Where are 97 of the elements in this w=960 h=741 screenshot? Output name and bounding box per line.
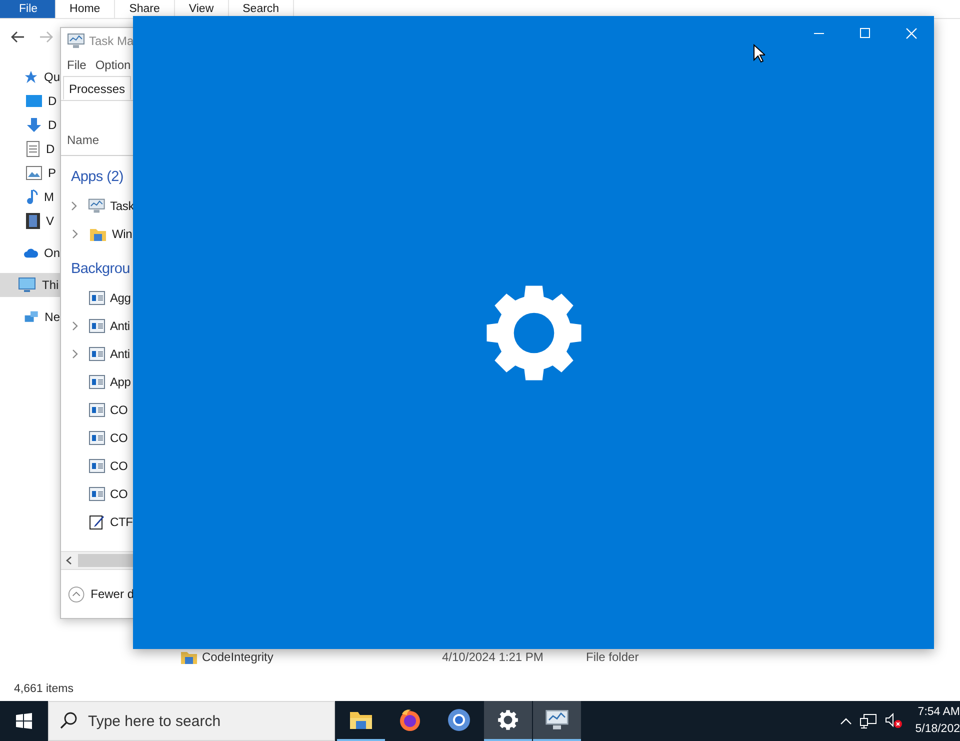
document-icon bbox=[26, 141, 40, 157]
menu-item[interactable]: Option bbox=[95, 58, 131, 72]
column-header[interactable]: Name bbox=[67, 133, 100, 147]
search-icon bbox=[60, 712, 77, 729]
collapse-up-icon[interactable] bbox=[68, 584, 85, 604]
gear-icon[interactable] bbox=[497, 709, 519, 731]
cloud-icon bbox=[24, 247, 38, 259]
file-name: CodeIntegrity bbox=[202, 650, 274, 664]
star-icon bbox=[24, 69, 38, 85]
ribbon-tab[interactable]: File bbox=[0, 0, 56, 18]
file-type: File folder bbox=[586, 650, 639, 664]
service-icon bbox=[89, 403, 105, 417]
nav-item-label: D bbox=[48, 94, 57, 108]
nav-item-label: Ne bbox=[44, 310, 60, 324]
process-name[interactable]: CO bbox=[110, 403, 128, 417]
fewer-details-link[interactable]: Fewer d bbox=[90, 587, 134, 601]
nav-item-label: D bbox=[48, 118, 57, 132]
service-icon bbox=[89, 375, 105, 389]
chevron-icon[interactable] bbox=[71, 201, 78, 211]
film-icon bbox=[26, 213, 40, 229]
monitor-icon bbox=[88, 198, 106, 214]
service-icon bbox=[89, 487, 105, 501]
process-name[interactable]: Win bbox=[112, 227, 132, 241]
nav-item[interactable]: Qu bbox=[0, 65, 60, 89]
clock-time: 7:54 AM bbox=[918, 705, 960, 720]
minimize-icon bbox=[814, 32, 824, 34]
monitor-icon[interactable] bbox=[545, 709, 569, 731]
process-name[interactable]: CO bbox=[110, 431, 128, 445]
process-name[interactable]: Anti bbox=[110, 319, 130, 333]
service-icon bbox=[89, 459, 105, 473]
folder-icon bbox=[180, 649, 198, 665]
service-icon bbox=[89, 347, 105, 361]
nav-item-label: D bbox=[46, 142, 55, 156]
nav-item-label: Thi bbox=[42, 278, 59, 292]
nav-item[interactable]: D bbox=[0, 137, 60, 161]
group-heading: Apps (2) bbox=[71, 169, 124, 185]
process-name[interactable]: Task bbox=[110, 199, 134, 213]
nav-item[interactable]: V bbox=[0, 209, 60, 233]
picture-icon bbox=[26, 166, 42, 180]
service-icon bbox=[89, 291, 105, 305]
network-icon bbox=[24, 309, 39, 325]
window-title: Task Ma bbox=[89, 34, 134, 48]
chevron-icon[interactable] bbox=[72, 349, 78, 359]
windows-logo-icon bbox=[16, 713, 32, 729]
nav-item[interactable]: P bbox=[0, 161, 60, 185]
notepad-icon bbox=[89, 514, 105, 530]
item-count: 4,661 items bbox=[13, 682, 74, 697]
nav-item[interactable]: M bbox=[0, 185, 60, 209]
process-name[interactable]: CO bbox=[110, 459, 128, 473]
file-date: 4/10/2024 1:21 PM bbox=[442, 650, 544, 664]
process-name[interactable]: CO bbox=[110, 487, 128, 501]
nav-item-label: Qu bbox=[44, 70, 60, 84]
process-name[interactable]: CTF bbox=[110, 515, 133, 529]
maximize-icon bbox=[860, 28, 870, 38]
clock-date: 5/18/202 bbox=[915, 722, 960, 737]
download-icon bbox=[26, 117, 42, 133]
clock[interactable]: 7:54 AM 5/18/202 bbox=[911, 704, 960, 738]
nav-item[interactable]: D bbox=[0, 113, 60, 137]
chevron-icon[interactable] bbox=[72, 321, 78, 331]
nav-item[interactable]: Thi bbox=[0, 273, 60, 297]
tab[interactable]: Processes bbox=[63, 76, 132, 100]
search-field[interactable]: Type here to search bbox=[48, 701, 335, 741]
horizontal-scrollbar[interactable] bbox=[61, 551, 134, 569]
close-icon bbox=[906, 28, 916, 38]
nav-item-label: V bbox=[46, 214, 54, 228]
menu-item[interactable]: File bbox=[67, 58, 86, 72]
service-icon bbox=[89, 319, 105, 333]
fox-globe-icon[interactable] bbox=[398, 708, 422, 732]
desktop-icon bbox=[26, 94, 42, 108]
taskbar-app[interactable] bbox=[533, 701, 581, 741]
nav-item[interactable]: Ne bbox=[0, 305, 60, 329]
scroll-left-icon[interactable] bbox=[66, 556, 72, 565]
service-icon bbox=[89, 431, 105, 445]
monitor-icon bbox=[67, 33, 85, 49]
nav-item[interactable]: D bbox=[0, 89, 60, 113]
nav-item[interactable]: On bbox=[0, 241, 60, 265]
music-note-icon bbox=[26, 189, 38, 205]
process-name[interactable]: Anti bbox=[110, 347, 130, 361]
back-arrow-icon[interactable] bbox=[11, 31, 25, 43]
nav-item-label: P bbox=[48, 166, 56, 180]
chevron-icon[interactable] bbox=[72, 229, 78, 239]
folder-icon[interactable] bbox=[349, 710, 373, 730]
nav-item-label: On bbox=[44, 246, 60, 260]
process-name[interactable]: Agg bbox=[110, 291, 131, 305]
nav-item-label: M bbox=[44, 190, 54, 204]
ribbon-tab[interactable]: Home bbox=[56, 0, 116, 18]
network-icon[interactable] bbox=[860, 714, 878, 728]
folder-icon bbox=[89, 226, 107, 242]
chevron-up-icon[interactable] bbox=[840, 718, 852, 724]
speaker-muted-icon[interactable] bbox=[885, 713, 904, 729]
browser-icon[interactable] bbox=[447, 708, 471, 732]
mouse-pointer-icon bbox=[753, 44, 765, 63]
gear-icon bbox=[484, 284, 582, 382]
process-name[interactable]: App bbox=[110, 375, 131, 389]
taskbar-app[interactable] bbox=[484, 701, 532, 741]
computer-icon bbox=[18, 277, 36, 293]
group-heading: Backgrou bbox=[71, 261, 130, 277]
